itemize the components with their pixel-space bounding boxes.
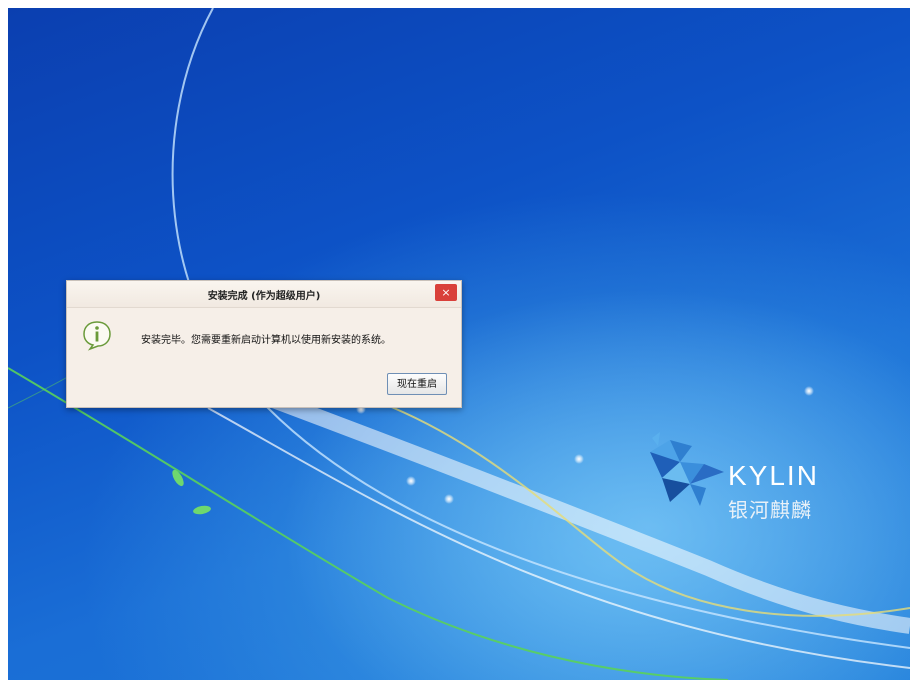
kylin-logo-text: KYLIN [728, 460, 819, 491]
install-complete-dialog: 安装完成 (作为超级用户) × 安装完毕。您需要重新启动计算机以使用新安装的系统… [66, 280, 462, 408]
sparkle [444, 494, 454, 504]
kylin-logo-cn-text: 银河麒麟 [728, 498, 812, 522]
info-icon [83, 321, 111, 351]
sparkle [406, 476, 416, 486]
desktop: KYLIN 银河麒麟 安装完成 (作为超级用户) × 安装完毕。您需要重新启动计… [8, 8, 910, 680]
sparkle [804, 386, 814, 396]
restart-now-button[interactable]: 现在重启 [387, 373, 447, 395]
close-button[interactable]: × [435, 284, 457, 301]
dialog-title: 安装完成 (作为超级用户) [207, 291, 321, 302]
kylin-logo-icon [650, 432, 724, 506]
sparkle [574, 454, 584, 464]
dialog-message: 安装完毕。您需要重新启动计算机以使用新安装的系统。 [141, 335, 391, 346]
dialog-titlebar[interactable]: 安装完成 (作为超级用户) × [67, 281, 461, 308]
